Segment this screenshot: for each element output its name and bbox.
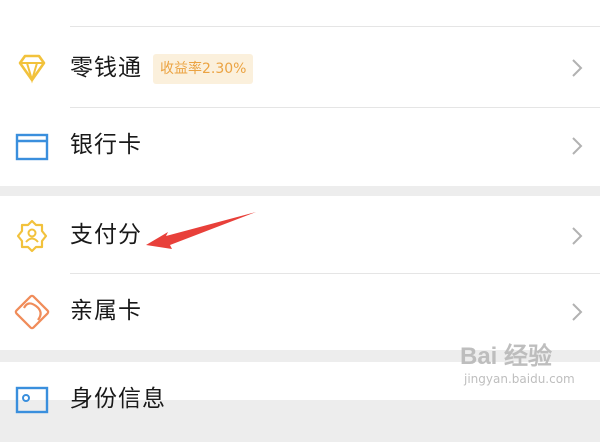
watermark: Bai 经验 jingyan.baidu.com (440, 330, 590, 398)
watermark-url: jingyan.baidu.com (464, 372, 575, 386)
watermark-logo-text: Bai 经验 (460, 343, 553, 370)
